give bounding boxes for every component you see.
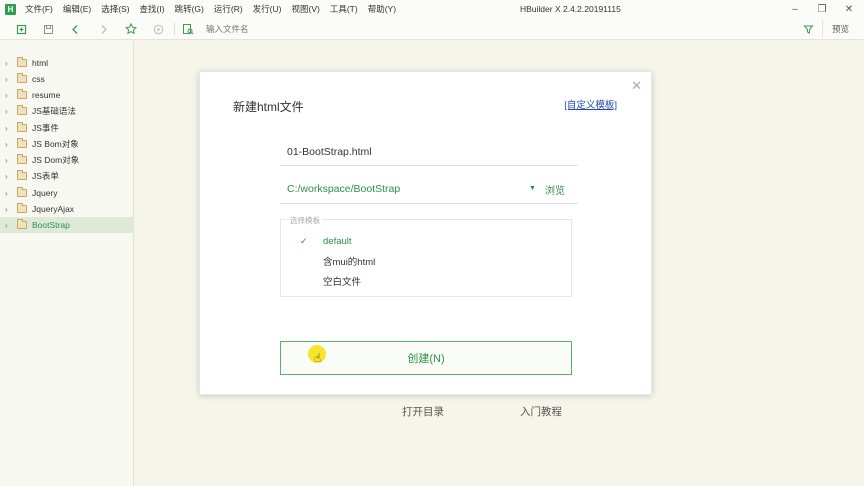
template-option-mui[interactable]: 含mui的html [281, 252, 571, 270]
folder-icon [17, 170, 27, 180]
toolbar: 预览 [0, 18, 864, 40]
save-icon[interactable] [41, 22, 55, 36]
folder-icon [17, 89, 27, 99]
browse-button[interactable]: 浏览 [545, 182, 565, 197]
project-explorer: › html › css › resume › JS基础语法 › JS事件 › … [0, 41, 134, 486]
custom-template-link[interactable]: [自定义模板] [564, 97, 617, 111]
chevron-right-icon[interactable]: › [5, 59, 15, 68]
tree-item-css[interactable]: › css [0, 71, 133, 87]
tree-item-resume[interactable]: › resume [0, 87, 133, 103]
tree-item-label: JS表单 [32, 171, 59, 181]
tree-item-js-basics[interactable]: › JS基础语法 [0, 103, 133, 119]
tree-item-js-dom[interactable]: › JS Dom对象 [0, 152, 133, 168]
folder-icon [17, 219, 27, 229]
new-html-file-dialog: ✕ 新建html文件 [自定义模板] C:/workspace/BootStra… [199, 71, 652, 395]
title-bar: H 文件(F) 编辑(E) 选择(S) 查找(I) 跳转(G) 运行(R) 发行… [0, 0, 864, 18]
close-window-icon[interactable]: ✕ [842, 2, 856, 16]
folder-icon [17, 122, 27, 132]
dialog-title: 新建html文件 [233, 100, 304, 114]
tree-item-label: resume [32, 90, 61, 100]
tree-item-label: JS Bom对象 [32, 139, 79, 149]
tree-item-js-bom[interactable]: › JS Bom对象 [0, 136, 133, 152]
template-option-label: 含mui的html [323, 257, 376, 268]
tree-item-label: Jquery [32, 188, 58, 198]
tree-item-label: html [32, 58, 49, 68]
folder-icon [17, 203, 27, 213]
preview-button[interactable]: 预览 [822, 20, 858, 37]
folder-icon [17, 105, 27, 115]
tree-item-label: css [32, 74, 45, 84]
forward-icon[interactable] [96, 22, 110, 36]
toolbar-divider [174, 23, 175, 35]
tree-item-label: JqueryAjax [32, 204, 75, 214]
menu-tools[interactable]: 工具(T) [330, 3, 358, 15]
menu-file[interactable]: 文件(F) [25, 3, 53, 15]
folder-icon [17, 187, 27, 197]
hand-cursor-icon: ☝ [314, 351, 322, 365]
template-option-blank[interactable]: 空白文件 [281, 272, 571, 290]
chevron-right-icon[interactable]: › [5, 107, 15, 116]
chevron-right-icon[interactable]: › [5, 75, 15, 84]
template-option-default[interactable]: ✓ default [281, 232, 571, 250]
run-icon[interactable] [151, 22, 165, 36]
menu-help[interactable]: 帮助(Y) [368, 3, 396, 15]
menu-edit[interactable]: 编辑(E) [63, 3, 91, 15]
template-option-label: default [323, 235, 352, 247]
tree-item-label: JS基础语法 [32, 106, 76, 116]
minimize-icon[interactable]: – [788, 2, 802, 16]
menu-goto[interactable]: 跳转(G) [175, 3, 204, 15]
chevron-right-icon[interactable]: › [5, 205, 15, 214]
folder-icon [17, 73, 27, 83]
caret-down-icon[interactable]: ▼ [529, 185, 536, 192]
tree-item-bootstrap[interactable]: › BootStrap [0, 217, 133, 233]
tree-item-jquery[interactable]: › Jquery [0, 185, 133, 201]
path-value: C:/workspace/BootStrap [287, 183, 401, 195]
tutorial-link[interactable]: 入门教程 [520, 404, 562, 419]
path-select[interactable]: C:/workspace/BootStrap ▼ [280, 176, 578, 204]
template-legend: 选择模板 [288, 215, 322, 226]
chevron-right-icon[interactable]: › [5, 140, 15, 149]
menu-select[interactable]: 选择(S) [101, 3, 129, 15]
chevron-right-icon[interactable]: › [5, 172, 15, 181]
new-file-icon[interactable] [14, 22, 28, 36]
file-search-input[interactable] [206, 23, 606, 35]
folder-icon [17, 57, 27, 67]
maximize-icon[interactable]: ❐ [815, 2, 829, 16]
back-icon[interactable] [68, 22, 82, 36]
filename-input[interactable] [280, 138, 578, 166]
tree-item-label: JS Dom对象 [32, 155, 80, 165]
tree-item-js-events[interactable]: › JS事件 [0, 120, 133, 136]
star-icon[interactable] [124, 22, 138, 36]
chevron-right-icon[interactable]: › [5, 156, 15, 165]
tree-item-label: JS事件 [32, 123, 59, 133]
browser-preview-icon[interactable] [181, 22, 195, 36]
template-selector: 选择模板 ✓ default 含mui的html 空白文件 [280, 215, 572, 297]
chevron-right-icon[interactable]: › [5, 189, 15, 198]
check-icon: ✓ [300, 235, 308, 246]
menu-find[interactable]: 查找(I) [140, 3, 165, 15]
template-option-label: 空白文件 [323, 277, 362, 288]
filter-icon[interactable] [801, 22, 815, 36]
tree-item-js-form[interactable]: › JS表单 [0, 168, 133, 184]
menu-run[interactable]: 运行(R) [214, 3, 243, 15]
tree-item-html[interactable]: › html [0, 55, 133, 71]
folder-icon [17, 138, 27, 148]
menu-publish[interactable]: 发行(U) [253, 3, 282, 15]
app-logo-icon: H [5, 3, 16, 15]
chevron-right-icon[interactable]: › [5, 91, 15, 100]
window-title: HBuilder X 2.4.2.20191115 [520, 4, 621, 14]
close-icon[interactable]: ✕ [631, 78, 642, 94]
tree-item-label: BootStrap [32, 220, 70, 230]
folder-icon [17, 154, 27, 164]
menu-view[interactable]: 视图(V) [291, 3, 319, 15]
chevron-right-icon[interactable]: › [5, 221, 15, 230]
tree-item-jquery-ajax[interactable]: › JqueryAjax [0, 201, 133, 217]
chevron-right-icon[interactable]: › [5, 124, 15, 133]
open-directory-link[interactable]: 打开目录 [402, 404, 444, 419]
